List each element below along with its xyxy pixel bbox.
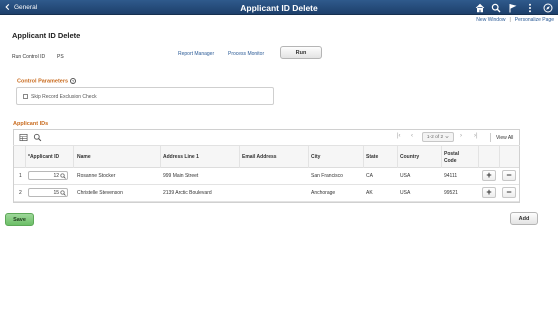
column-header-email: Email Address <box>242 154 277 160</box>
save-button[interactable]: Save <box>5 213 34 226</box>
lookup-icon[interactable] <box>60 189 66 196</box>
cell-country: USA <box>400 190 411 196</box>
top-links: New Window | Personalize Page <box>476 17 554 23</box>
personalize-grid-icon[interactable] <box>19 133 28 142</box>
column-header-address: Address Line 1 <box>163 154 199 160</box>
delete-row-button[interactable]: − <box>502 170 516 181</box>
view-all-link[interactable]: View All <box>496 135 513 141</box>
cell-city: San Francisco <box>311 173 343 179</box>
pager-text: 1-2 of 2 <box>426 134 444 140</box>
home-icon[interactable] <box>474 2 485 13</box>
skip-record-exclusion-label: Skip Record Exclusion Check <box>31 93 97 100</box>
new-window-link[interactable]: New Window <box>476 17 505 23</box>
cell-address: 999 Main Street <box>163 173 199 179</box>
toolbar-divider <box>490 133 491 142</box>
applicant-id-value: 15 <box>53 189 59 196</box>
skip-record-exclusion-checkbox[interactable] <box>23 94 28 99</box>
control-parameters-label: Control Parameters <box>17 78 69 85</box>
cell-postal-code: 99521 <box>444 190 458 196</box>
add-row-button[interactable]: + <box>482 170 496 181</box>
cell-name: Rosanne Stocker <box>77 173 116 179</box>
cell-state: AK <box>366 190 373 196</box>
page-title: Applicant ID Delete <box>12 31 81 40</box>
search-icon[interactable] <box>490 2 501 13</box>
navigator-icon[interactable] <box>542 2 553 13</box>
row-number: 2 <box>19 190 22 196</box>
column-header-applicant-id: *Applicant ID <box>28 154 60 160</box>
process-monitor-link[interactable]: Process Monitor <box>228 51 264 57</box>
run-control-value: PS <box>57 54 64 60</box>
add-row-button[interactable]: + <box>482 187 496 198</box>
cell-country: USA <box>400 173 411 179</box>
personalize-page-link[interactable]: Personalize Page <box>515 17 554 23</box>
lookup-icon[interactable] <box>60 172 66 179</box>
report-manager-link[interactable]: Report Manager <box>178 51 214 57</box>
column-header-city: City <box>311 154 321 160</box>
next-page-icon[interactable]: › <box>460 133 462 139</box>
column-header-state: State <box>366 154 379 160</box>
chevron-down-icon <box>445 136 449 139</box>
column-header-country: Country <box>400 154 420 160</box>
find-icon[interactable] <box>33 133 42 142</box>
run-button[interactable]: Run <box>280 46 322 59</box>
column-header-postal-code: Postal Code <box>444 151 460 164</box>
run-control-label: Run Control ID <box>12 54 46 60</box>
delete-row-button[interactable]: − <box>502 187 516 198</box>
cell-city: Anchorage <box>311 190 336 196</box>
column-header-name: Name <box>77 154 91 160</box>
cell-postal-code: 94111 <box>444 173 458 179</box>
pager-dropdown[interactable]: 1-2 of 2 <box>422 132 454 142</box>
control-parameters-title: Control Parameters? <box>17 78 77 85</box>
row-number: 1 <box>19 173 22 179</box>
applicant-ids-title: Applicant IDs <box>13 121 49 127</box>
flag-icon[interactable] <box>507 2 518 13</box>
previous-page-icon[interactable]: ‹ <box>411 133 413 139</box>
add-button[interactable]: Add <box>510 212 538 225</box>
top-links-separator: | <box>509 17 511 23</box>
cell-name: Christelle Stevenson <box>77 190 123 196</box>
applicant-id-value: 12 <box>53 172 59 179</box>
last-page-icon[interactable]: ›| <box>474 133 478 139</box>
help-icon[interactable]: ? <box>70 78 77 84</box>
more-icon[interactable] <box>524 2 535 13</box>
first-page-icon[interactable]: |‹ <box>397 133 401 139</box>
cell-address: 2139 Arctic Boulevard <box>163 190 212 196</box>
cell-state: CA <box>366 173 373 179</box>
